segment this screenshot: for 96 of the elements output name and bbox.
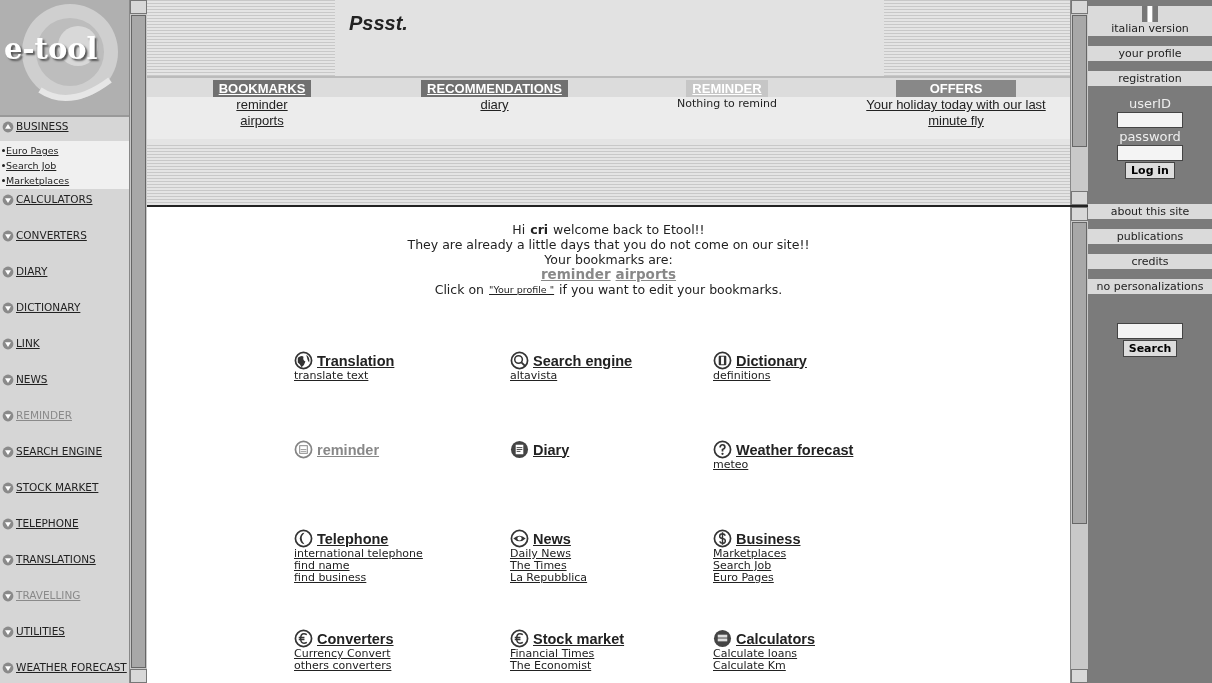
- bullet-icon: [2, 179, 5, 182]
- service-title[interactable]: Weather forecast: [736, 441, 854, 458]
- menu-button[interactable]: your profile: [1088, 46, 1212, 61]
- menu-button[interactable]: italian version: [1088, 6, 1212, 36]
- sidebar-item[interactable]: WEATHER FORECAST: [16, 661, 127, 674]
- userid-field[interactable]: [1117, 112, 1183, 128]
- search-icon: [510, 351, 529, 370]
- service-link[interactable]: translate text: [294, 370, 369, 382]
- book-icon: [713, 351, 732, 370]
- dollar-icon: [713, 529, 732, 548]
- service-link[interactable]: meteo: [713, 459, 749, 471]
- bookmark-link[interactable]: airports: [615, 267, 677, 282]
- service-link[interactable]: Calculate loans: [713, 648, 798, 660]
- bullet-icon: [2, 164, 5, 167]
- menu-button[interactable]: publications: [1088, 229, 1212, 244]
- question-icon: [713, 440, 732, 459]
- service-link[interactable]: Financial Times: [510, 648, 595, 660]
- menu-button[interactable]: no personalizations: [1088, 279, 1212, 294]
- bullet-icon: [2, 149, 5, 152]
- welcome-text: Click on: [434, 282, 484, 297]
- service-link[interactable]: Calculate Km: [713, 660, 786, 672]
- welcome-text: if you want to edit your bookmarks.: [559, 282, 783, 297]
- stack-icon: [713, 629, 732, 648]
- sidebar-item[interactable]: TELEPHONE: [16, 517, 79, 530]
- sidebar-item[interactable]: STOCK MARKET: [16, 481, 99, 494]
- sidebar-item[interactable]: CONVERTERS: [16, 229, 87, 242]
- sidebar-item[interactable]: DIARY: [16, 265, 48, 278]
- password-field[interactable]: [1117, 145, 1183, 161]
- panel-note: Nothing to remind: [676, 97, 778, 110]
- panel-heading[interactable]: BOOKMARKS: [212, 80, 312, 97]
- sidebar-subitem[interactable]: Euro Pages: [6, 145, 59, 156]
- crescent-icon: [294, 529, 313, 548]
- eye-icon: [510, 529, 529, 548]
- service-link[interactable]: The Times: [510, 560, 567, 572]
- banner-title: Pssst.: [349, 12, 408, 34]
- service-link[interactable]: Daily News: [510, 548, 572, 560]
- search-field[interactable]: [1117, 323, 1183, 339]
- service-title[interactable]: Translation: [317, 352, 395, 369]
- calendar-icon: [294, 440, 313, 459]
- panel-link[interactable]: airports: [240, 113, 284, 129]
- service-link[interactable]: La Repubblica: [510, 572, 588, 584]
- panel-heading[interactable]: OFFERS: [895, 80, 1017, 97]
- service-title[interactable]: Converters: [317, 630, 394, 647]
- service-title[interactable]: News: [533, 530, 571, 547]
- sidebar-item[interactable]: CALCULATORS: [16, 193, 93, 206]
- service-title[interactable]: Search engine: [533, 352, 633, 369]
- sidebar-item[interactable]: LINK: [16, 337, 40, 350]
- scrollbar[interactable]: [1070, 0, 1088, 205]
- service-link[interactable]: altavista: [510, 370, 558, 382]
- euro-icon: [294, 629, 313, 648]
- service-link[interactable]: find name: [294, 560, 350, 572]
- sidebar-item[interactable]: TRANSLATIONS: [16, 553, 96, 566]
- search-button[interactable]: Search: [1122, 340, 1178, 357]
- sidebar-item[interactable]: BUSINESS: [16, 120, 69, 133]
- panel-link[interactable]: diary: [480, 97, 509, 113]
- greeting-text: Hi cri welcome back to Etool!!: [512, 222, 705, 237]
- euro-icon: [510, 629, 529, 648]
- service-link[interactable]: The Economist: [510, 660, 592, 672]
- welcome-text: Your bookmarks are:: [544, 252, 673, 267]
- service-link[interactable]: Marketplaces: [713, 548, 787, 560]
- profile-link[interactable]: "Your profile ": [489, 282, 555, 297]
- sidebar-item[interactable]: DICTIONARY: [16, 301, 81, 314]
- sidebar-item[interactable]: UTILITIES: [16, 625, 65, 638]
- service-title[interactable]: Telephone: [317, 530, 389, 547]
- globe-icon: [294, 351, 313, 370]
- sidebar-item[interactable]: NEWS: [16, 373, 48, 386]
- sidebar-subitem[interactable]: Marketplaces: [6, 175, 70, 186]
- menu-button[interactable]: credits: [1088, 254, 1212, 269]
- field-label: password: [1119, 129, 1181, 144]
- panel-link[interactable]: Your holiday today with our last minute fly: [856, 97, 1056, 129]
- sidebar-subitem[interactable]: Search Job: [6, 160, 57, 171]
- menu-button[interactable]: registration: [1088, 71, 1212, 86]
- bookmark-link[interactable]: reminder: [540, 267, 611, 282]
- button-label: italian version: [1111, 22, 1189, 35]
- service-title[interactable]: Diary: [533, 441, 570, 458]
- scrollbar[interactable]: [129, 0, 147, 683]
- panel-heading[interactable]: RECOMMENDATIONS: [421, 80, 568, 97]
- service-link[interactable]: Euro Pages: [713, 572, 774, 584]
- service-link[interactable]: Currency Convert: [294, 648, 391, 660]
- menu-button[interactable]: about this site: [1088, 204, 1212, 219]
- notepad-icon: [510, 440, 529, 459]
- service-link[interactable]: international telephone: [294, 548, 423, 560]
- scrollbar[interactable]: [1070, 207, 1088, 683]
- service-title[interactable]: Stock market: [533, 630, 625, 647]
- service-link[interactable]: Search Job: [713, 560, 772, 572]
- sidebar-item[interactable]: SEARCH ENGINE: [16, 445, 103, 458]
- service-link[interactable]: find business: [294, 572, 367, 584]
- panel-link[interactable]: reminder: [236, 97, 288, 113]
- service-link[interactable]: definitions: [713, 370, 771, 382]
- login-button[interactable]: Log in: [1125, 162, 1175, 179]
- service-link[interactable]: others converters: [294, 660, 392, 672]
- welcome-text: They are already a little days that you do not come on our site!!: [407, 237, 810, 252]
- field-label: userID: [1128, 96, 1172, 111]
- service-title[interactable]: Dictionary: [736, 352, 807, 369]
- service-title[interactable]: Calculators: [736, 630, 815, 647]
- service-title[interactable]: Business: [736, 530, 801, 547]
